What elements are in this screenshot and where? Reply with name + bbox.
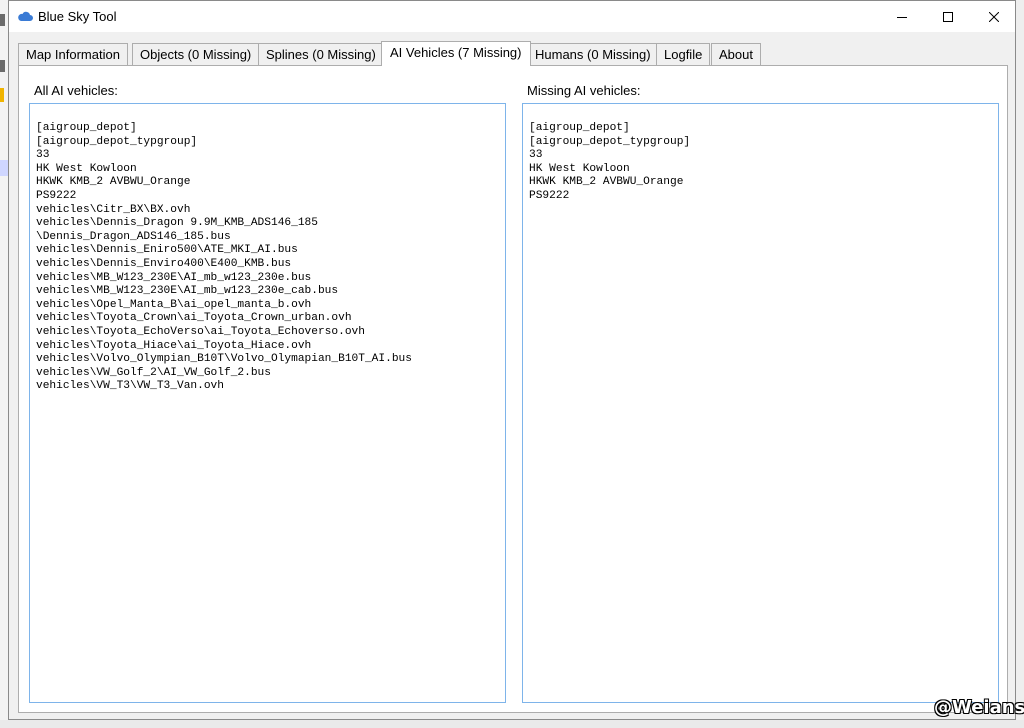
title-bar[interactable]: Blue Sky Tool bbox=[9, 1, 1015, 32]
tab-map-information[interactable]: Map Information bbox=[18, 43, 128, 65]
tab-splines[interactable]: Splines (0 Missing) bbox=[258, 43, 384, 65]
background-desktop-strip-right bbox=[1016, 0, 1024, 720]
watermark-text: @Weians bbox=[934, 697, 1024, 718]
close-icon bbox=[989, 11, 999, 22]
background-fragment bbox=[0, 160, 8, 176]
close-button[interactable] bbox=[971, 1, 1017, 32]
text-line: vehicles\VW_Golf_2\AI_VW_Golf_2.bus bbox=[36, 366, 271, 379]
text-line: vehicles\Dennis_Eniro500\ATE_MKI_AI.bus bbox=[36, 244, 298, 257]
text-line: 33 bbox=[529, 149, 543, 162]
text-line: [aigroup_depot] bbox=[36, 122, 137, 134]
text-line: vehicles\Toyota_Crown\ai_Toyota_Crown_ur… bbox=[36, 312, 352, 325]
tab-humans[interactable]: Humans (0 Missing) bbox=[527, 43, 659, 65]
minimize-icon bbox=[897, 16, 907, 18]
maximize-button[interactable] bbox=[925, 1, 971, 32]
maximize-icon bbox=[943, 11, 953, 22]
cloud-icon bbox=[18, 11, 33, 21]
tab-objects[interactable]: Objects (0 Missing) bbox=[132, 43, 260, 65]
all-vehicles-label: All AI vehicles: bbox=[34, 83, 118, 98]
background-fragment bbox=[0, 14, 5, 26]
missing-vehicles-textbox[interactable]: [aigroup_depot] [aigroup_depot_typgroup] 3… bbox=[522, 103, 999, 703]
background-fragment bbox=[0, 88, 4, 102]
text-line: vehicles\VW_T3\VW_T3_Van.ovh bbox=[36, 380, 224, 393]
text-line: vehicles\Toyota_EchoVerso\ai_Toyota_Echo… bbox=[36, 325, 365, 338]
text-line: PS9222 bbox=[529, 189, 570, 202]
text-line: [aigroup_depot] bbox=[529, 122, 630, 134]
tab-about[interactable]: About bbox=[711, 43, 761, 65]
text-line: [aigroup_depot_typgroup] bbox=[36, 135, 198, 148]
minimize-button[interactable] bbox=[879, 1, 925, 32]
text-line: vehicles\Volvo_Olympian_B10T\Volvo_Olyma… bbox=[36, 353, 412, 366]
text-line: vehicles\MB_W123_230E\AI_mb_w123_230e_ca… bbox=[36, 285, 339, 298]
text-line: HK West Kowloon bbox=[36, 162, 137, 175]
all-vehicles-lines: [aigroup_depot] [aigroup_depot_typgroup] 3… bbox=[36, 122, 412, 394]
tab-logfile[interactable]: Logfile bbox=[656, 43, 711, 65]
text-line: PS9222 bbox=[36, 189, 77, 202]
text-line: vehicles\Citr_BX\BX.ovh bbox=[36, 203, 191, 216]
text-line: vehicles\MB_W123_230E\AI_mb_w123_230e.bu… bbox=[36, 271, 312, 284]
text-line: vehicles\Dennis_Dragon 9.9M_KMB_ADS146_1… bbox=[36, 217, 318, 230]
text-line: HKWK KMB_2 AVBWU_Orange bbox=[529, 176, 684, 189]
text-line: 33 bbox=[36, 149, 50, 162]
text-line: vehicles\Toyota_Hiace\ai_Toyota_Hiace.ov… bbox=[36, 339, 312, 352]
all-vehicles-textbox[interactable]: [aigroup_depot] [aigroup_depot_typgroup] 3… bbox=[29, 103, 506, 703]
tab-panel-ai-vehicles: All AI vehicles: Missing AI vehicles: [a… bbox=[18, 65, 1008, 713]
text-line: [aigroup_depot_typgroup] bbox=[529, 135, 691, 148]
tab-ai-vehicles[interactable]: AI Vehicles (7 Missing) bbox=[381, 41, 531, 66]
missing-vehicles-lines: [aigroup_depot] [aigroup_depot_typgroup] 3… bbox=[529, 122, 690, 204]
text-line: vehicles\Dennis_Enviro400\E400_KMB.bus bbox=[36, 257, 292, 270]
window-title: Blue Sky Tool bbox=[38, 9, 117, 24]
text-line: \Dennis_Dragon_ADS146_185.bus bbox=[36, 230, 231, 243]
text-line: HKWK KMB_2 AVBWU_Orange bbox=[36, 176, 191, 189]
background-fragment bbox=[0, 60, 5, 72]
missing-vehicles-label: Missing AI vehicles: bbox=[527, 83, 641, 98]
text-line: vehicles\Opel_Manta_B\ai_opel_manta_b.ov… bbox=[36, 298, 312, 311]
text-line: HK West Kowloon bbox=[529, 162, 630, 175]
app-window: Blue Sky Tool Map Information Objects (0… bbox=[8, 0, 1016, 720]
background-desktop-strip-bottom bbox=[0, 720, 1024, 728]
